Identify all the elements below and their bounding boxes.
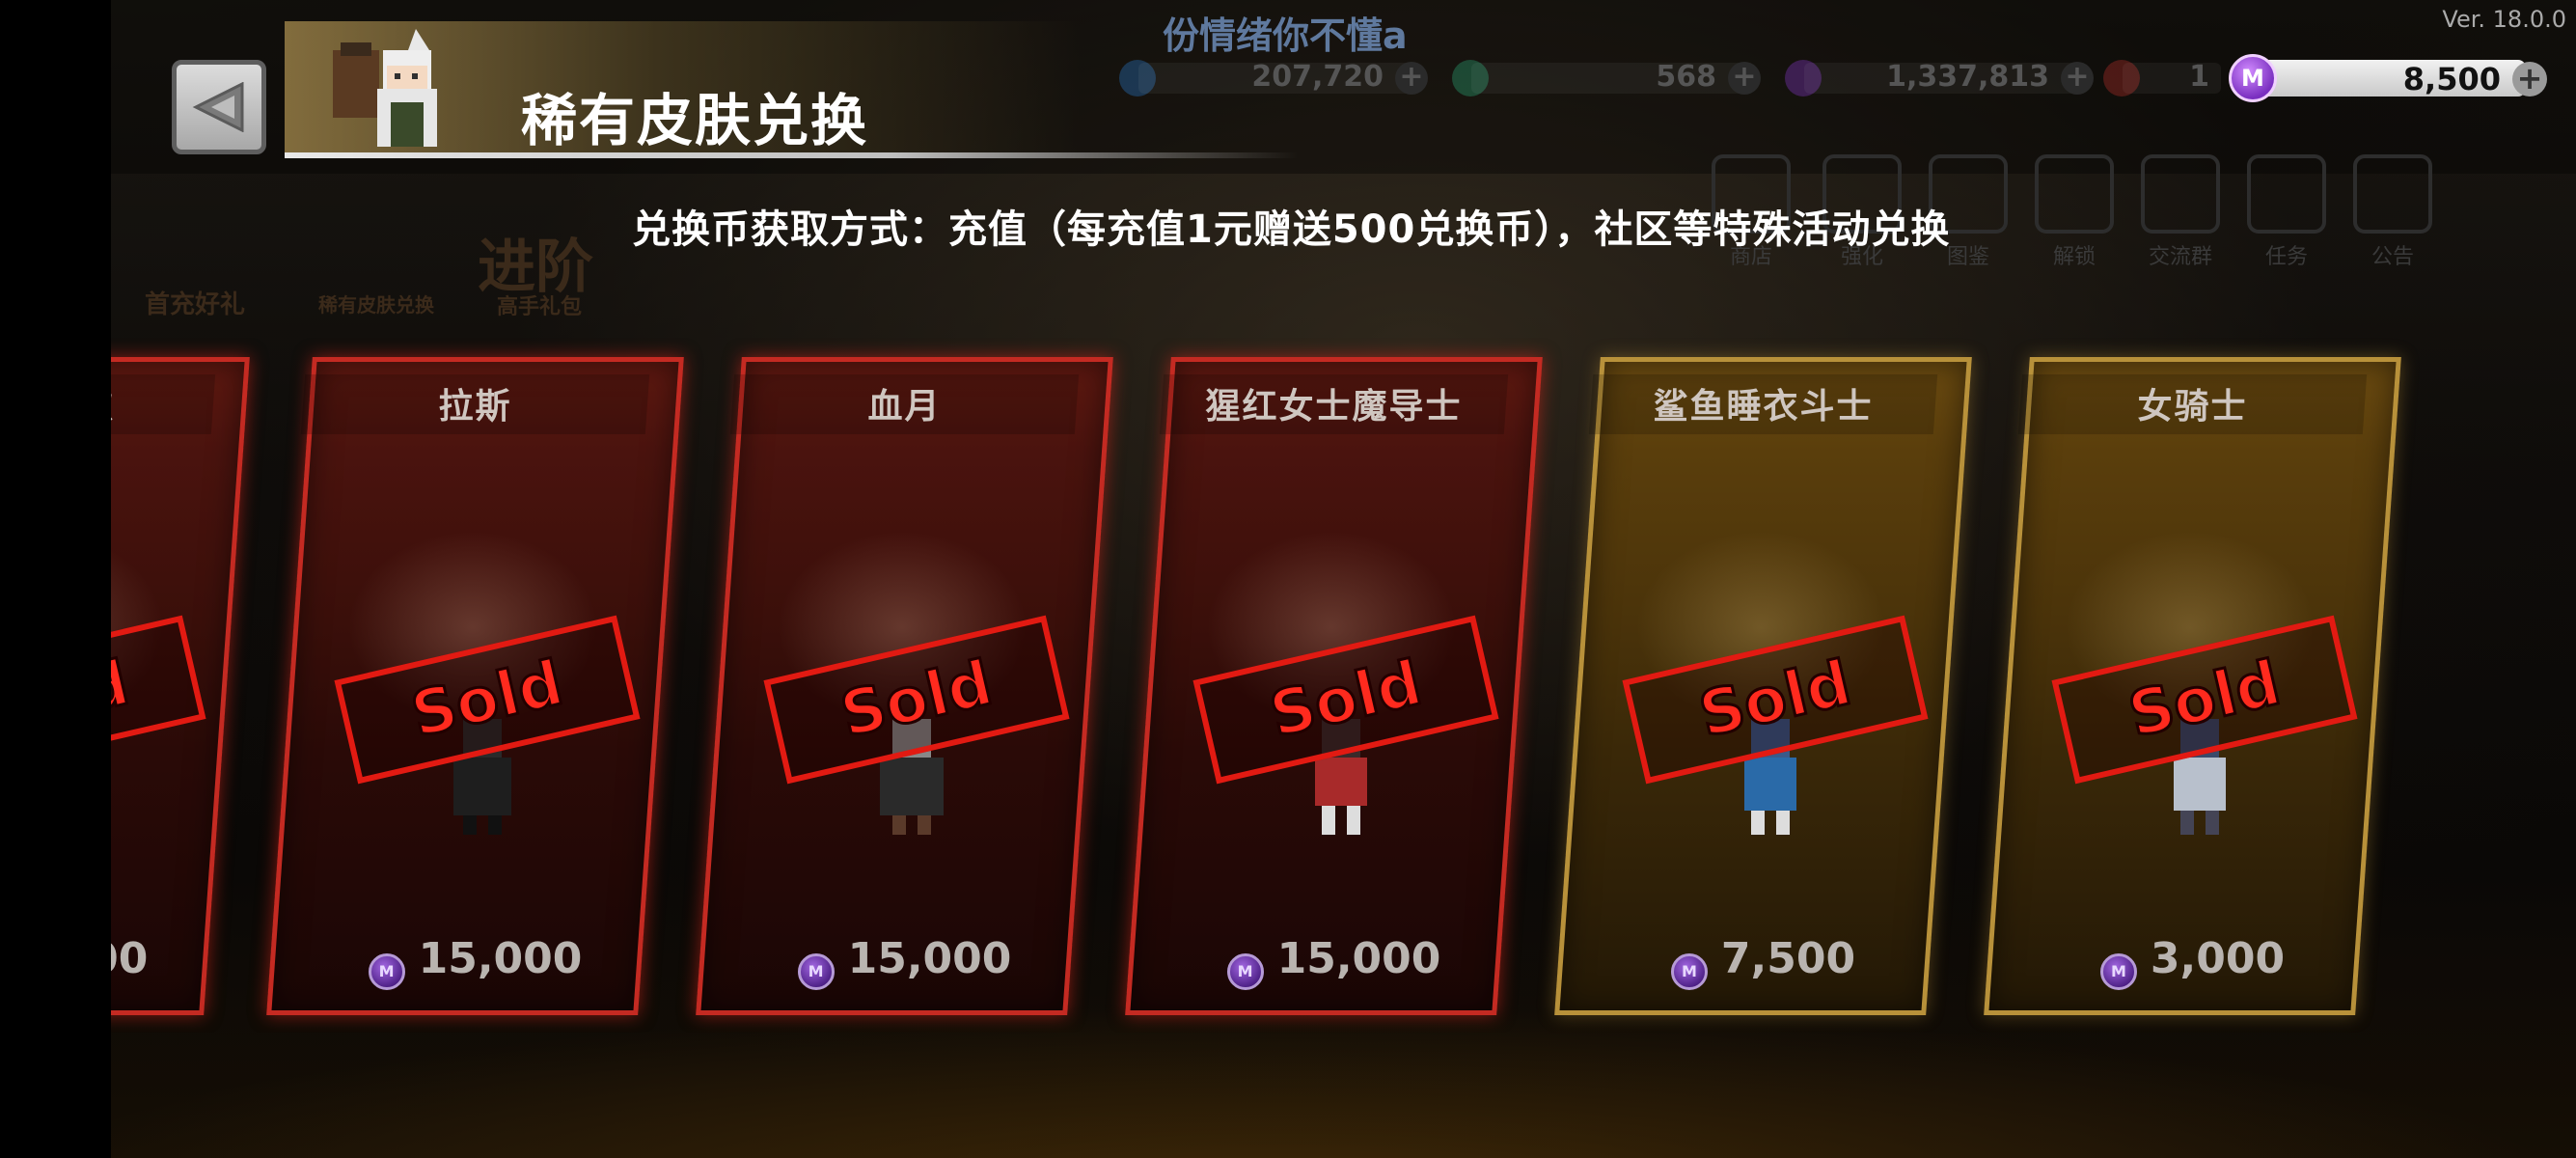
exchange-coin-icon: M <box>2229 54 2277 102</box>
exchange-currency-value: 8,500 <box>2402 61 2501 97</box>
version-label: Ver. 18.0.0 <box>2442 6 2566 33</box>
bg-tab-first-recharge: 首充好礼 <box>145 290 246 319</box>
skin-name: 猩红女士魔导士 <box>1205 387 1463 427</box>
skin-card[interactable]: 血月 Sold M 15,000 <box>696 357 1113 1015</box>
skin-name: 拉斯 <box>438 387 512 427</box>
bg-tab-rare-skin: 稀有皮肤兑换 <box>318 293 434 317</box>
skin-price: M 3,000 <box>2007 934 2378 990</box>
page-title: 稀有皮肤兑换 <box>521 88 869 153</box>
skin-price: M15,000 <box>719 934 1090 990</box>
exchange-currency: M 8,500 + <box>2229 54 2547 102</box>
currency-crystal: 1,337,813 + <box>1785 58 2094 98</box>
currency-crystal-value: 1,337,813 <box>1886 60 2049 94</box>
currency-orb: 568 + <box>1452 58 1761 98</box>
skin-card[interactable]: 女骑士 Sold M 3,000 <box>1984 357 2401 1015</box>
add-gem-button[interactable]: + <box>1395 62 1428 95</box>
skin-card[interactable]: 猩红女士魔导士 Sold M 15,000 <box>1125 357 1543 1015</box>
exchange-coin-icon: M <box>368 953 405 990</box>
skin-card-list[interactable]: 太阳之歌 Sold M15,000 拉斯 Sold M15,000 血月 Sol… <box>111 338 2576 1033</box>
add-crystal-button[interactable]: + <box>2061 62 2094 95</box>
bg-menu-quest: 任务 <box>2233 154 2340 270</box>
bg-tab-expert-pack: 高手礼包 <box>497 295 583 319</box>
back-button[interactable] <box>172 60 266 154</box>
exchange-coin-icon: M <box>797 953 835 990</box>
bg-menu-unlock: 解锁 <box>2021 154 2127 270</box>
skin-price: M15,000 <box>289 934 661 990</box>
exchange-coin-icon: M <box>2099 953 2137 990</box>
skin-name: 鲨鱼睡衣斗士 <box>1653 387 1874 427</box>
exchange-coin-icon: M <box>1226 953 1264 990</box>
bg-menu-notice: 公告 <box>2340 154 2446 270</box>
skin-name: 女骑士 <box>2137 387 2248 427</box>
exchange-info-text: 兑换币获取方式：充值（每充值1元赠送500兑换币），社区等特殊活动兑换 <box>632 207 1951 252</box>
currency-token-value: 1 <box>2189 60 2209 94</box>
left-shade <box>0 0 111 1158</box>
skin-name: 血月 <box>867 387 942 427</box>
exchange-coin-icon: M <box>1670 953 1708 990</box>
currency-orb-value: 568 <box>1656 60 1716 94</box>
skin-price: M15,000 <box>1148 934 1520 990</box>
skin-card[interactable]: 太阳之歌 Sold M15,000 <box>111 357 250 1015</box>
back-arrow-icon <box>192 82 244 132</box>
skin-name: 太阳之歌 <box>111 378 227 428</box>
skin-card[interactable]: 拉斯 Sold M 15,000 <box>266 357 684 1015</box>
skin-price: M15,000 <box>111 934 149 983</box>
add-exchange-currency-button[interactable]: + <box>2512 62 2547 96</box>
character-avatar <box>323 21 468 152</box>
currency-token: 1 <box>2103 58 2238 98</box>
skin-price: M 7,500 <box>1577 934 1949 990</box>
add-orb-button[interactable]: + <box>1728 62 1761 95</box>
bg-menu-group: 交流群 <box>2127 154 2233 270</box>
skin-card[interactable]: 鲨鱼睡衣斗士 Sold M 7,500 <box>1554 357 1972 1015</box>
